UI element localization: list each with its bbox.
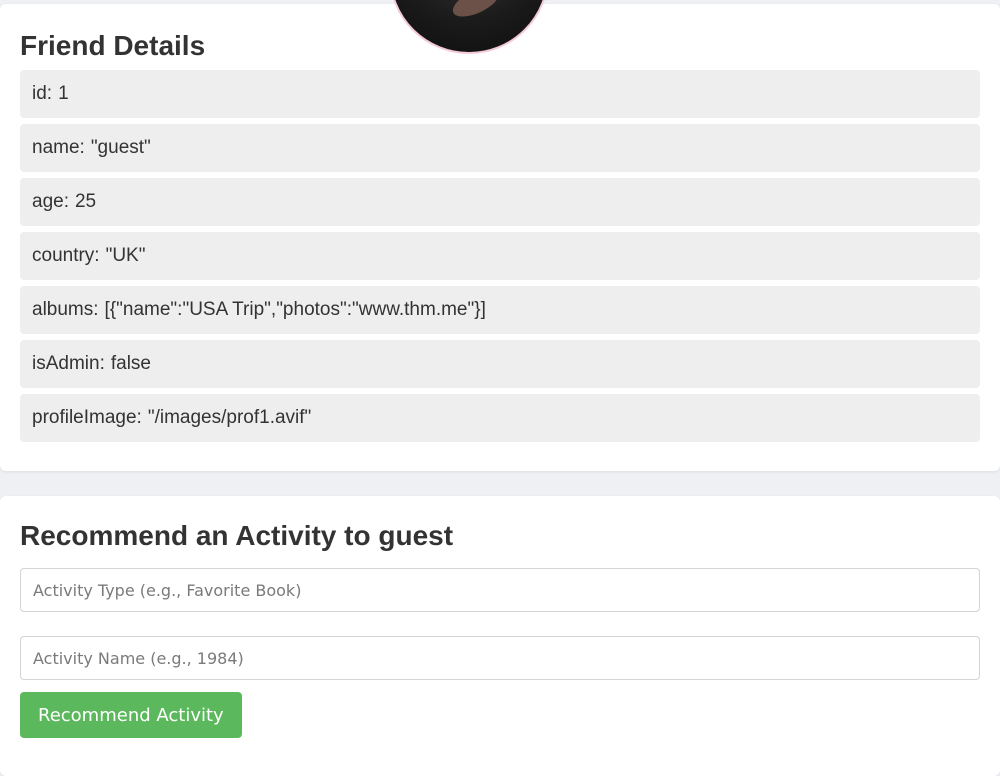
detail-value: "/images/prof1.avif" [147, 407, 312, 428]
detail-key: name: [32, 137, 85, 158]
detail-key: albums: [32, 299, 99, 320]
detail-value: "guest" [90, 137, 151, 158]
friend-details-list: id: 1 name: "guest" age: 25 country: "UK… [20, 70, 980, 448]
detail-value: [{"name":"USA Trip","photos":"www.thm.me… [104, 299, 486, 320]
friend-details-title: Friend Details [20, 30, 206, 61]
detail-row-profileimage: profileImage: "/images/prof1.avif" [20, 394, 980, 442]
detail-value: false [110, 353, 151, 374]
detail-key: age: [32, 191, 69, 212]
detail-key: profileImage: [32, 407, 142, 428]
avatar-photo-detail [448, 0, 504, 23]
detail-value: "UK" [105, 245, 146, 266]
detail-key: country: [32, 245, 100, 266]
profile-avatar [389, 0, 549, 54]
detail-row-age: age: 25 [20, 178, 980, 226]
detail-key: id: [32, 83, 53, 104]
detail-value: 25 [74, 191, 97, 212]
recommend-activity-title: Recommend an Activity to guest [20, 520, 454, 551]
detail-key: isAdmin: [32, 353, 105, 374]
recommend-activity-button[interactable]: Recommend Activity [20, 692, 242, 738]
activity-name-input[interactable] [20, 636, 980, 680]
recommend-activity-card: Recommend an Activity to guest Recommend… [0, 496, 1000, 776]
detail-row-isadmin: isAdmin: false [20, 340, 980, 388]
activity-type-input[interactable] [20, 568, 980, 612]
friend-details-card: Friend Details id: 1 name: "guest" age: … [0, 0, 1000, 471]
detail-value: 1 [58, 83, 69, 104]
detail-row-name: name: "guest" [20, 124, 980, 172]
detail-row-id: id: 1 [20, 70, 980, 118]
detail-row-country: country: "UK" [20, 232, 980, 280]
detail-row-albums: albums: [{"name":"USA Trip","photos":"ww… [20, 286, 980, 334]
